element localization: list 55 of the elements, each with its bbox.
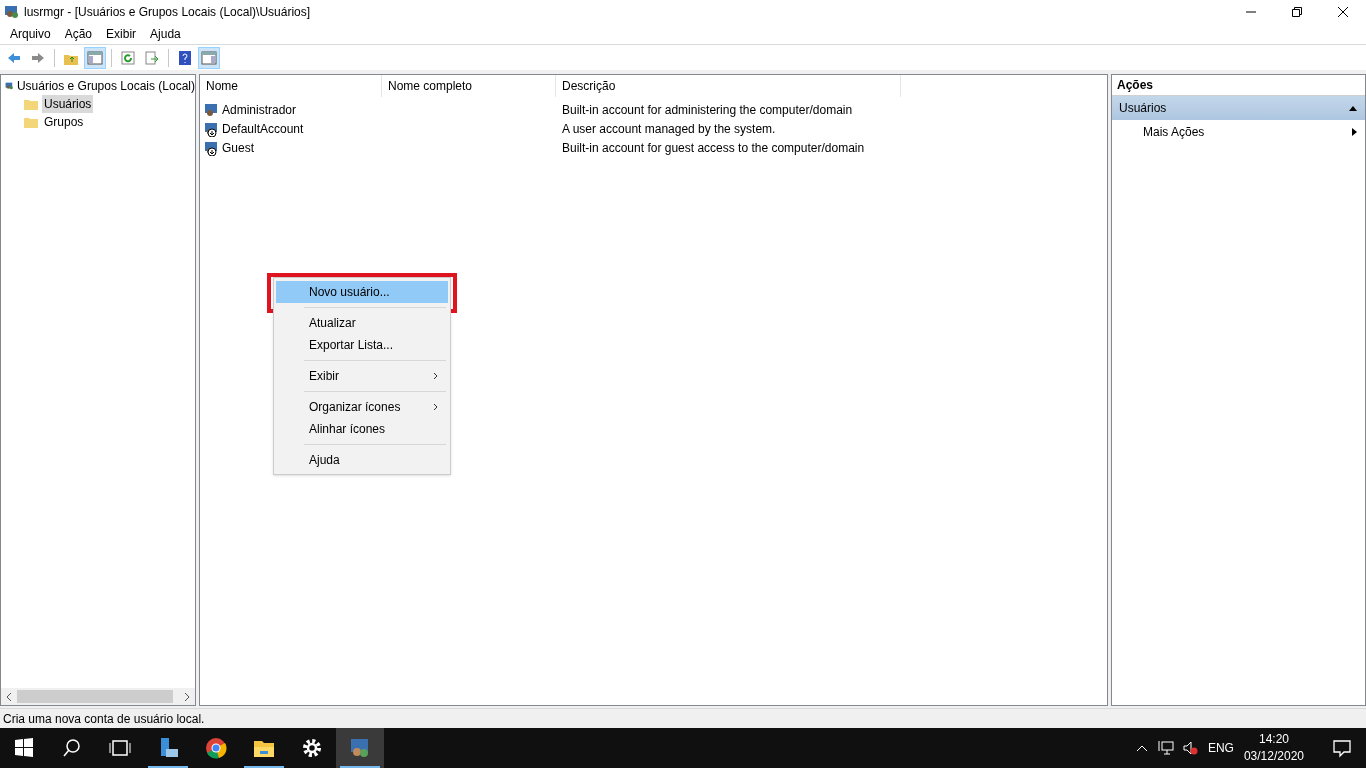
- clock-time[interactable]: 14:20: [1258, 731, 1289, 748]
- tree-item[interactable]: Grupos: [42, 113, 86, 131]
- pane-icon: [201, 49, 217, 66]
- action-link[interactable]: Mais Ações: [1143, 123, 1205, 141]
- menu-item[interactable]: Exibir: [276, 365, 448, 387]
- horizontal-scrollbar[interactable]: [1, 688, 195, 705]
- table-cell: Built-in account for administering the computer/domain: [562, 102, 853, 117]
- pane-icon: [87, 49, 103, 66]
- menu-item[interactable]: Novo usuário...: [276, 281, 448, 303]
- column-header[interactable]: Nome: [200, 75, 382, 97]
- submenu-arrow-icon: [1351, 128, 1357, 136]
- notifications-icon[interactable]: [1332, 738, 1352, 758]
- taskbar-app-icon: [205, 737, 227, 759]
- menu-item[interactable]: Exportar Lista...: [276, 334, 448, 356]
- menu-item[interactable]: Ajuda: [143, 24, 188, 44]
- menu-item[interactable]: Ajuda: [276, 449, 448, 471]
- menu-item[interactable]: Exibir: [99, 24, 144, 44]
- window-title: lusrmgr - [Usuários e Grupos Locais (Local)\Usuários]: [24, 4, 311, 21]
- collapse-icon[interactable]: [1348, 104, 1358, 112]
- help-icon: [177, 49, 193, 66]
- table-cell: A user account managed by the system.: [562, 121, 776, 136]
- export-icon: [144, 49, 160, 66]
- table-cell: Built-in account for guest access to the computer/domain: [562, 140, 865, 155]
- user-icon: [204, 101, 220, 118]
- scrollbar-thumb[interactable]: [17, 690, 173, 703]
- taskbar-app-icon: [349, 737, 371, 759]
- task-view-icon: [109, 737, 131, 759]
- menu-item[interactable]: Ação: [57, 24, 100, 44]
- menu-item[interactable]: Arquivo: [3, 24, 58, 44]
- table-cell[interactable]: Administrador: [222, 100, 297, 119]
- actions-section-header[interactable]: Usuários: [1112, 96, 1365, 120]
- search-icon: [61, 737, 83, 759]
- disabled-user-icon: [204, 139, 220, 156]
- disabled-user-icon: [204, 120, 220, 137]
- menu-item[interactable]: Atualizar: [276, 312, 448, 334]
- tree-item[interactable]: Usuários: [42, 95, 94, 113]
- start-icon: [13, 737, 35, 759]
- refresh-icon: [120, 49, 136, 66]
- clock-date[interactable]: 03/12/2020: [1243, 748, 1304, 765]
- menu-item[interactable]: Alinhar ícones: [276, 418, 448, 440]
- status-text: Cria uma nova conta de usuário local.: [2, 710, 206, 728]
- table-cell[interactable]: Guest: [222, 138, 254, 157]
- tree-item[interactable]: Usuários e Grupos Locais (Local): [16, 77, 195, 95]
- network-icon[interactable]: [1157, 740, 1174, 756]
- app-icon: [4, 4, 20, 20]
- column-header[interactable]: Descrição: [556, 75, 901, 97]
- section-title: Usuários: [1119, 100, 1167, 117]
- close-icon: [1338, 7, 1348, 17]
- menu-item[interactable]: Organizar ícones: [276, 396, 448, 418]
- restore-icon: [1292, 7, 1302, 17]
- column-header[interactable]: Nome completo: [382, 75, 556, 97]
- language-indicator[interactable]: ENG: [1207, 739, 1234, 757]
- table-cell[interactable]: DefaultAccount: [222, 119, 304, 138]
- taskbar-app-icon: [301, 737, 323, 759]
- muted-speaker-icon[interactable]: [1181, 740, 1198, 756]
